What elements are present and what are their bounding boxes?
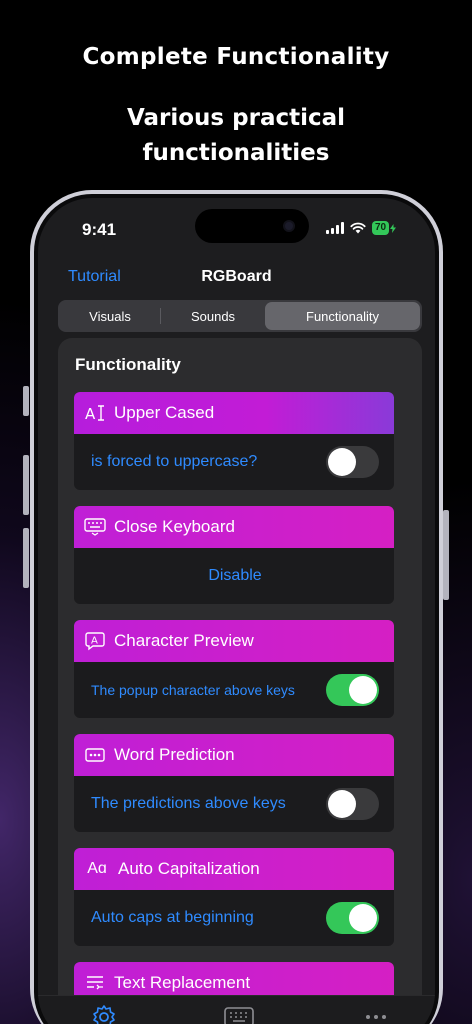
keyboard-icon[interactable] [224, 1004, 254, 1024]
status-icons: 70 [326, 220, 397, 236]
feature-row: Disable [74, 548, 394, 604]
text-cursor-icon: A [84, 402, 106, 424]
battery-level: 70 [372, 221, 390, 235]
more-icon[interactable] [361, 1004, 391, 1024]
cellular-signal-icon [326, 222, 344, 234]
disable-button[interactable]: Disable [208, 567, 261, 585]
feature-label: The predictions above keys [91, 795, 286, 812]
gear-icon[interactable] [89, 1004, 119, 1024]
ellipsis-rect-icon [84, 744, 106, 766]
feature-row: Auto caps at beginning [74, 890, 394, 946]
phone-frame: 9:41 70 Tutorial RGBoard Visuals Sounds … [30, 190, 443, 1024]
word-prediction-toggle[interactable] [326, 788, 379, 820]
text-format-icon: Aɑ [87, 860, 107, 877]
feature-auto-capitalization: Aɑ Auto Capitalization Auto caps at begi… [74, 848, 394, 946]
segment-visuals[interactable]: Visuals [60, 302, 160, 330]
feature-header: Close Keyboard [74, 506, 394, 548]
headline: Complete Functionality [82, 44, 390, 70]
feature-title: Auto Capitalization [118, 859, 260, 878]
feature-label: The popup character above keys [91, 682, 295, 698]
feature-upper-cased: A Upper Cased is forced to uppercase? [74, 392, 394, 490]
segment-functionality[interactable]: Functionality [265, 302, 420, 330]
text-replace-icon [84, 972, 106, 994]
segmented-control: Visuals Sounds Functionality [58, 300, 422, 332]
charging-bolt-icon [390, 223, 397, 233]
wifi-icon [350, 222, 366, 234]
auto-capitalization-toggle[interactable] [326, 902, 379, 934]
tab-bar [38, 995, 435, 1024]
feature-label: Auto caps at beginning [91, 909, 254, 926]
phone-screen: 9:41 70 Tutorial RGBoard Visuals Sounds … [34, 194, 439, 1024]
feature-label: is forced to uppercase? [91, 453, 258, 470]
camera-icon [283, 220, 295, 232]
feature-title: Text Replacement [114, 973, 251, 992]
status-time: 9:41 [82, 220, 117, 239]
functionality-card: Functionality A Upper Cased is forced to… [58, 338, 422, 1024]
character-preview-toggle[interactable] [326, 674, 379, 706]
volume-up-button [23, 455, 29, 515]
feature-word-prediction: Word Prediction The predictions above ke… [74, 734, 394, 832]
feature-row: is forced to uppercase? [74, 434, 394, 490]
subheadline: Various practical functionalities [126, 105, 346, 166]
action-button [23, 386, 29, 416]
feature-header: A Character Preview [74, 620, 394, 662]
feature-header: Aɑ Auto Capitalization [74, 848, 394, 890]
feature-row: The popup character above keys [74, 662, 394, 718]
svg-text:A: A [85, 405, 96, 423]
feature-header: A Upper Cased [74, 392, 394, 434]
feature-title: Word Prediction [114, 745, 235, 764]
feature-title: Character Preview [114, 631, 254, 650]
feature-title: Upper Cased [114, 403, 215, 422]
uppercase-toggle[interactable] [326, 446, 379, 478]
svg-text:A: A [91, 636, 98, 647]
power-button [443, 510, 449, 600]
feature-row: The predictions above keys [74, 776, 394, 832]
keyboard-dismiss-icon [84, 516, 106, 538]
feature-character-preview: A Character Preview The popup character … [74, 620, 394, 718]
nav-title: RGBoard [201, 268, 272, 285]
segment-sounds[interactable]: Sounds [161, 302, 265, 330]
dynamic-island [195, 209, 309, 243]
feature-close-keyboard: Close Keyboard Disable [74, 506, 394, 604]
character-bubble-icon: A [84, 630, 106, 652]
card-title: Functionality [75, 355, 181, 374]
feature-header: Word Prediction [74, 734, 394, 776]
feature-title: Close Keyboard [114, 517, 235, 536]
volume-down-button [23, 528, 29, 588]
